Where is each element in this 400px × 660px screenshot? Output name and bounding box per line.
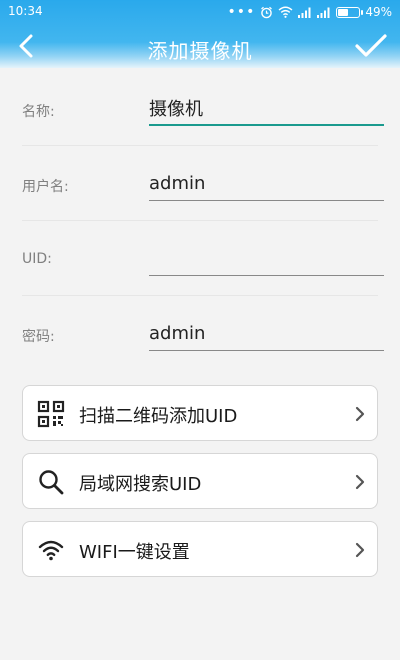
wifi-setup-label: WIFI一键设置 xyxy=(79,542,190,563)
lan-search-label: 局域网搜索UID xyxy=(79,474,202,495)
scan-qr-button[interactable]: 扫描二维码添加UID xyxy=(22,385,378,441)
username-row: 用户名: xyxy=(0,145,400,220)
battery-icon xyxy=(336,6,364,18)
password-label: 密码: xyxy=(22,329,55,345)
checkmark-icon xyxy=(355,34,387,57)
wifi-setup-button[interactable]: WIFI一键设置 xyxy=(22,521,378,577)
status-time: 10:34 xyxy=(8,4,43,18)
battery-level-fill xyxy=(338,8,349,16)
chevron-right-icon xyxy=(355,406,365,422)
name-label: 名称: xyxy=(22,104,55,120)
scan-qr-label: 扫描二维码添加UID xyxy=(79,406,238,427)
battery-percentage: 49% xyxy=(365,5,392,19)
username-label: 用户名: xyxy=(22,179,69,195)
alarm-clock-icon xyxy=(261,6,273,18)
chevron-right-icon xyxy=(355,474,365,490)
name-input[interactable] xyxy=(149,90,384,126)
wifi-icon xyxy=(38,540,64,561)
wifi-status-icon xyxy=(278,6,293,18)
name-row: 名称: xyxy=(0,70,400,145)
action-list: 扫描二维码添加UID 局域网搜索UID WIFI一键设置 xyxy=(22,385,378,589)
confirm-button[interactable] xyxy=(354,31,388,61)
lan-search-button[interactable]: 局域网搜索UID xyxy=(22,453,378,509)
chevron-right-icon xyxy=(355,542,365,558)
qr-code-icon xyxy=(37,400,65,428)
search-icon xyxy=(39,470,64,495)
password-input[interactable] xyxy=(149,315,384,351)
uid-row: UID: xyxy=(0,220,400,295)
notification-dots-icon: ••• xyxy=(227,4,256,20)
username-input[interactable] xyxy=(149,165,384,201)
uid-input[interactable] xyxy=(149,240,384,276)
cellular-signal-icon xyxy=(298,7,311,18)
status-icons: ••• 49% xyxy=(228,2,392,22)
title-bar: 添加摄像机 xyxy=(0,24,400,68)
uid-label: UID: xyxy=(22,251,52,267)
password-row: 密码: xyxy=(0,295,400,370)
cellular-signal-2-icon xyxy=(317,7,330,18)
status-bar: 10:34 ••• 49% xyxy=(0,0,400,24)
page-title: 添加摄像机 xyxy=(147,39,253,63)
app-header: 10:34 ••• 49% 添加摄像机 xyxy=(0,0,400,68)
camera-form: 名称: 用户名: UID: 密码: xyxy=(0,70,400,370)
